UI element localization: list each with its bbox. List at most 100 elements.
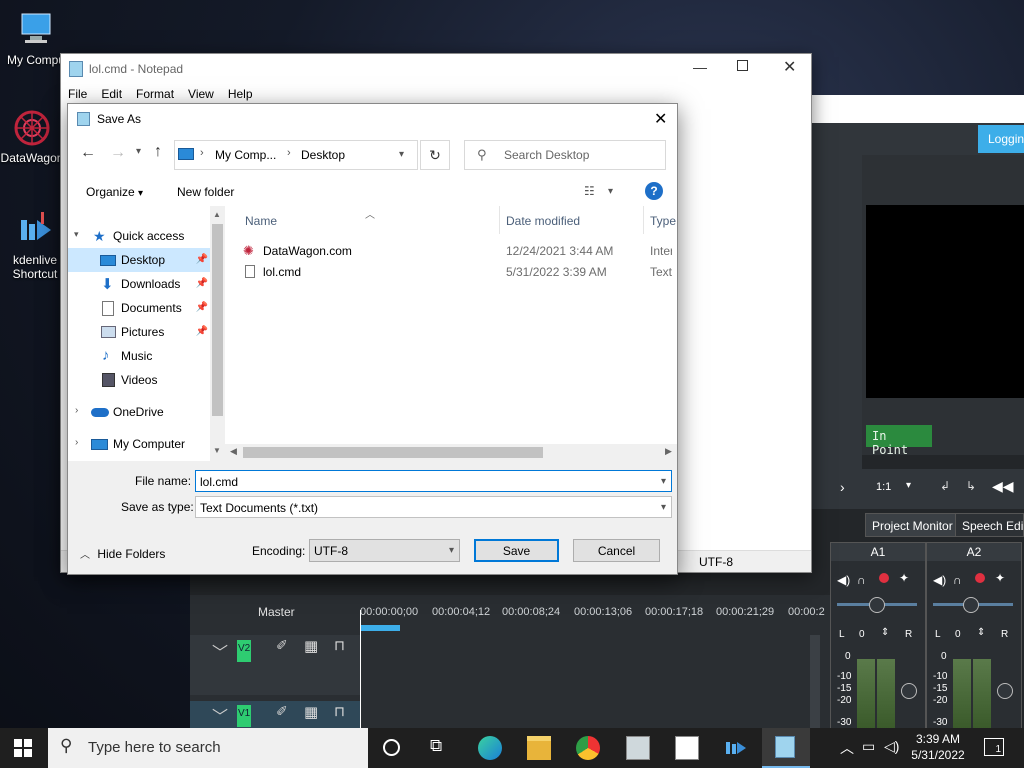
system-clock[interactable]: 3:39 AM 5/31/2022 — [904, 731, 972, 763]
up-icon[interactable]: ↑ — [154, 143, 162, 161]
edge-icon[interactable] — [478, 736, 502, 760]
close-icon[interactable]: ✕ — [654, 109, 667, 129]
headphones-icon[interactable]: ∩ — [857, 573, 866, 587]
rewind-icon[interactable]: ◀◀ — [992, 478, 1014, 495]
column-divider[interactable] — [643, 206, 644, 234]
menu-view[interactable]: View — [188, 84, 214, 101]
desktop-icon-datawagon[interactable]: DataWagon — [0, 108, 64, 165]
chevron-down-icon[interactable]: ▾ — [661, 476, 666, 487]
speaker-icon[interactable]: ◀) — [837, 573, 850, 587]
lock-icon[interactable]: ⊓ — [334, 703, 345, 720]
chevron-down-icon[interactable]: ▾ — [906, 480, 911, 491]
tree-item-documents[interactable]: Documents 📌 — [68, 296, 210, 320]
tree-item-my-computer[interactable]: › My Computer — [68, 432, 210, 456]
stepper-icon[interactable]: ⇕ — [881, 627, 889, 638]
scroll-right-icon[interactable]: ▶ — [665, 446, 672, 457]
back-icon[interactable]: ← — [80, 144, 96, 162]
save-type-select[interactable]: Text Documents (*.txt) ▾ — [195, 496, 672, 518]
search-input[interactable]: Search Desktop — [504, 148, 589, 162]
record-icon[interactable] — [879, 573, 889, 583]
tree-item-quick-access[interactable]: ▾ ★ Quick access — [68, 224, 210, 248]
notification-icon[interactable]: 1 — [984, 738, 1004, 756]
search-box[interactable]: ⚲ Search Desktop — [464, 140, 666, 170]
menu-file[interactable]: File — [68, 84, 87, 101]
playhead-zone[interactable] — [360, 625, 400, 631]
chevron-down-icon[interactable]: ▾ — [399, 149, 404, 160]
network-icon[interactable]: ▭ — [862, 738, 875, 755]
tree-item-onedrive[interactable]: › OneDrive — [68, 400, 210, 424]
scroll-up-icon[interactable]: ▲ — [213, 210, 221, 219]
playhead[interactable] — [360, 610, 361, 730]
pin-icon[interactable]: 📌 — [196, 254, 208, 265]
collapse-icon[interactable]: ﹀ — [212, 703, 228, 727]
chevron-down-icon[interactable]: ▾ — [74, 229, 79, 240]
address-bar[interactable]: › My Comp... › Desktop ▾ — [174, 140, 418, 170]
volume-knob[interactable] — [997, 683, 1013, 699]
volume-icon[interactable]: ◁) — [884, 738, 899, 755]
windows-start-icon[interactable] — [14, 739, 32, 760]
effect-icon[interactable]: ✐ — [276, 637, 288, 654]
effect-icon[interactable]: ✐ — [276, 703, 288, 720]
column-header-type[interactable]: Type — [650, 214, 676, 228]
nav-scrollbar[interactable]: ▲ ▼ — [210, 206, 225, 461]
view-options-icon[interactable]: ☷ — [584, 184, 595, 198]
pin-icon[interactable]: 📌 — [196, 302, 208, 313]
track-v1[interactable]: ﹀ V1 ✐ ▦ ⊓ — [190, 701, 360, 730]
cancel-button[interactable]: Cancel — [573, 539, 660, 562]
pan-knob[interactable] — [963, 597, 979, 613]
timeline-scrollbar[interactable] — [810, 635, 820, 730]
record-icon[interactable] — [975, 573, 985, 583]
chevron-down-icon[interactable]: ▾ — [136, 146, 141, 157]
tree-item-downloads[interactable]: ⬇ Downloads 📌 — [68, 272, 210, 296]
chevron-down-icon[interactable]: ▾ — [661, 502, 666, 513]
forward-icon[interactable]: → — [110, 144, 126, 162]
balance-value[interactable]: 0 — [955, 629, 961, 640]
volume-knob[interactable] — [901, 683, 917, 699]
tree-item-desktop[interactable]: Desktop 📌 — [68, 248, 210, 272]
set-out-icon[interactable]: ↳ — [966, 479, 976, 493]
file-explorer-icon[interactable] — [527, 736, 551, 760]
lock-icon[interactable]: ⊓ — [334, 637, 345, 654]
tree-item-music[interactable]: ♪ Music — [68, 344, 210, 368]
file-row[interactable]: ✺ DataWagon.com 12/24/2021 3:44 AM Inter… — [237, 241, 672, 261]
refresh-icon[interactable]: ↻ — [420, 140, 450, 170]
play-forward-icon[interactable]: › — [840, 479, 845, 495]
horizontal-scrollbar[interactable]: ◀ ▶ — [225, 444, 677, 461]
balance-value[interactable]: 0 — [859, 629, 865, 640]
collapse-icon[interactable]: ﹀ — [212, 639, 228, 663]
pin-icon[interactable]: 📌 — [196, 326, 208, 337]
notepad-taskbar-button[interactable] — [762, 728, 810, 768]
save-button[interactable]: Save — [474, 539, 559, 562]
hide-folders-button[interactable]: ︿ Hide Folders — [80, 546, 165, 561]
chevron-down-icon[interactable]: ▾ — [608, 186, 613, 197]
task-view-icon[interactable]: ⧉ — [430, 736, 442, 756]
help-icon[interactable]: ? — [645, 182, 663, 200]
kdenlive-taskbar-icon[interactable] — [724, 736, 748, 760]
menu-edit[interactable]: Edit — [101, 84, 122, 101]
encoding-select[interactable]: UTF-8 ▾ — [309, 539, 460, 562]
desktop-icon-my-computer[interactable]: My Compu — [4, 10, 68, 67]
organize-button[interactable]: Organize ▾ — [86, 185, 143, 199]
tab-project-monitor[interactable]: Project Monitor — [865, 513, 960, 537]
menu-format[interactable]: Format — [136, 84, 174, 101]
chevron-right-icon[interactable]: › — [75, 405, 78, 416]
task-manager-icon[interactable] — [626, 736, 650, 760]
wand-icon[interactable]: ✦ — [995, 571, 1005, 585]
chevron-down-icon[interactable]: ▾ — [449, 545, 454, 556]
timeline-ruler[interactable]: 00:00:00;00 00:00:04;12 00:00:08;24 00:0… — [360, 600, 830, 630]
set-in-icon[interactable]: ↲ — [940, 479, 950, 493]
scroll-down-icon[interactable]: ▼ — [213, 446, 221, 455]
logging-tab[interactable]: Loggin — [978, 125, 1024, 153]
scrollbar-thumb[interactable] — [243, 447, 543, 458]
cortana-icon[interactable] — [383, 739, 400, 756]
close-icon[interactable]: ✕ — [783, 57, 796, 77]
column-header-name[interactable]: Name — [245, 214, 277, 228]
scrollbar-thumb[interactable] — [212, 224, 223, 416]
chevron-up-icon[interactable]: ︿ — [840, 738, 854, 758]
breadcrumb-item[interactable]: Desktop — [301, 148, 345, 162]
tree-item-pictures[interactable]: Pictures 📌 — [68, 320, 210, 344]
tree-item-videos[interactable]: Videos — [68, 368, 210, 392]
pan-knob[interactable] — [869, 597, 885, 613]
desktop-icon-kdenlive[interactable]: kdenlive Shortcut — [4, 210, 66, 281]
stepper-icon[interactable]: ⇕ — [977, 627, 985, 638]
